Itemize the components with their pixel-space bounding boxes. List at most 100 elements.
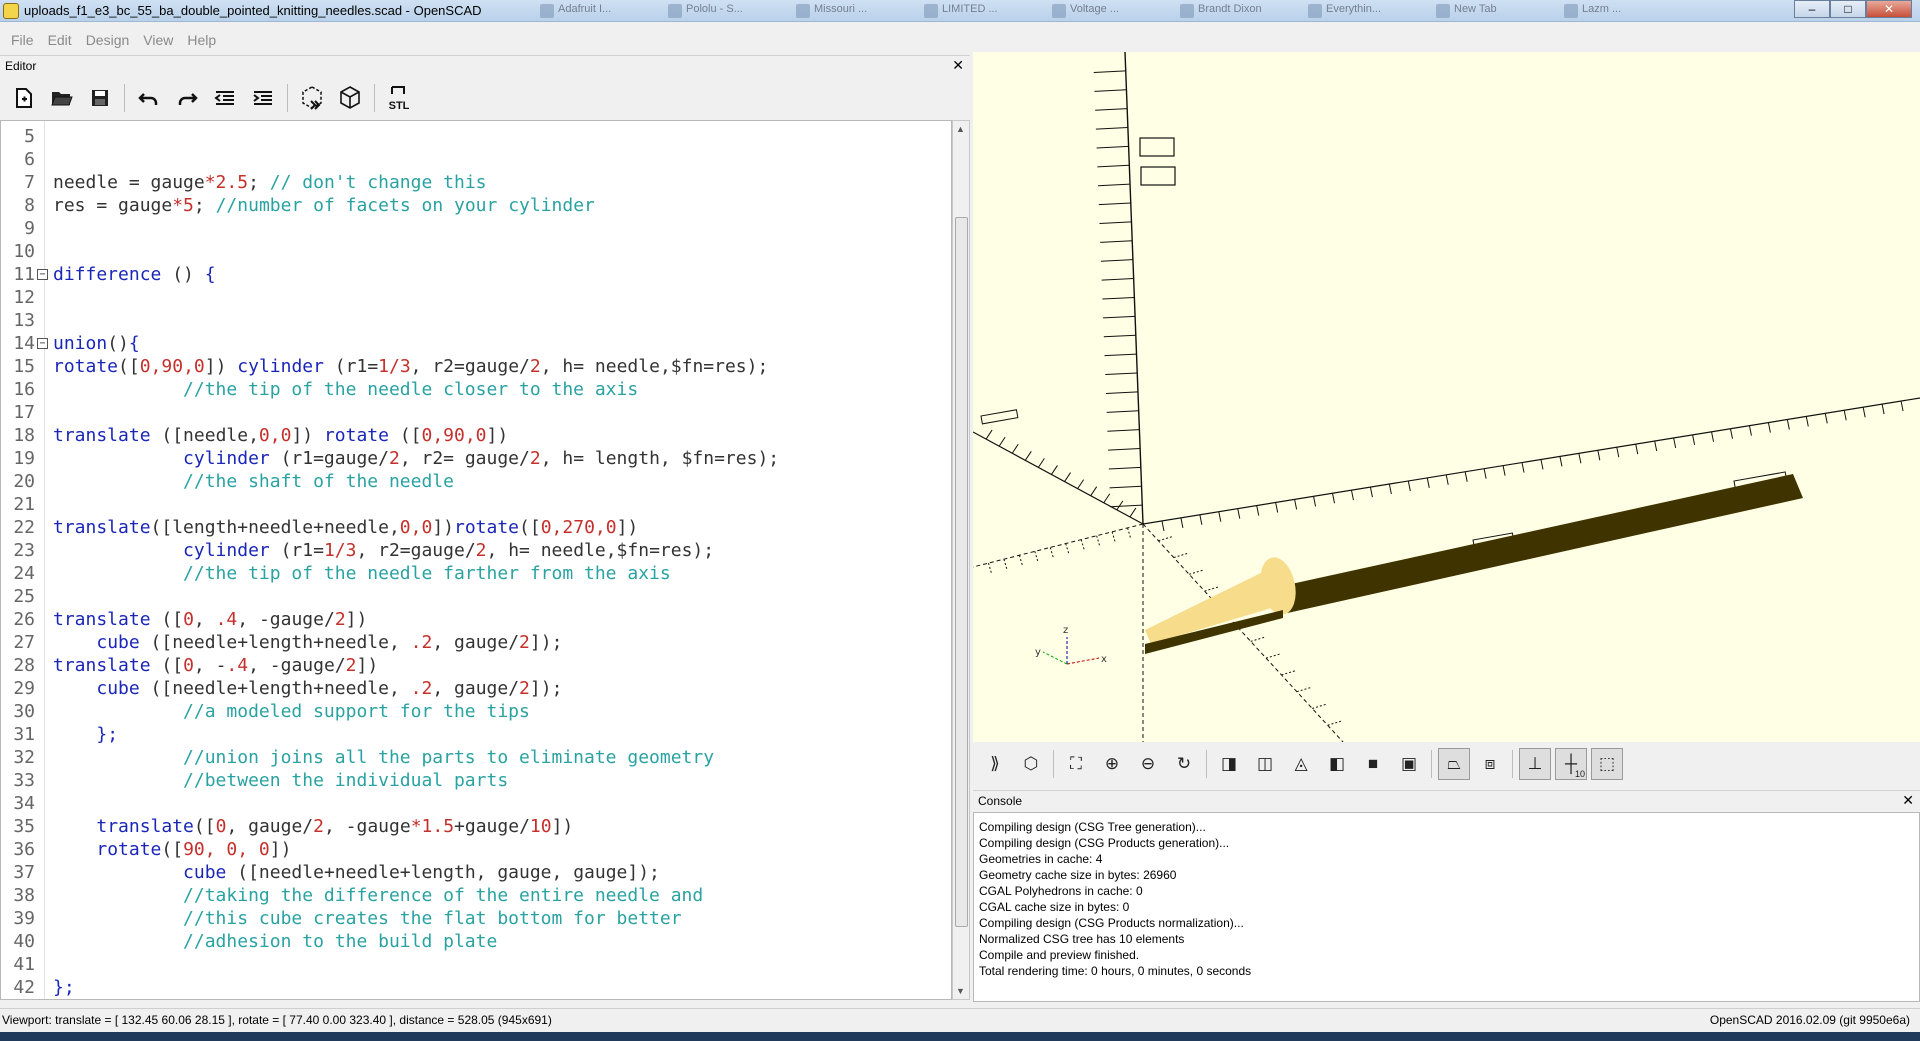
close-window-button[interactable]: ✕ <box>1866 0 1912 18</box>
zoom-in-icon[interactable]: ⊕ <box>1096 748 1128 780</box>
code-line[interactable]: 20 //the shaft of the needle <box>1 470 951 493</box>
3d-viewport[interactable]: x z y <box>973 52 1920 742</box>
viewport-canvas[interactable]: x z y <box>973 52 1920 742</box>
perspective-icon[interactable]: ⏢ <box>1438 748 1470 780</box>
code-line[interactable]: 33 //between the individual parts <box>1 769 951 792</box>
code-line[interactable]: 14 union(){ <box>1 332 951 355</box>
code-line[interactable]: 16 //the tip of the needle closer to the… <box>1 378 951 401</box>
code-token: ]) <box>486 425 509 446</box>
code-line[interactable]: 6 <box>1 148 951 171</box>
code-line[interactable]: 43 <box>1 999 951 1000</box>
show-scale-icon[interactable]: ┼ 10 <box>1555 748 1587 780</box>
orthogonal-icon[interactable]: ⧈ <box>1474 748 1506 780</box>
scroll-up-icon[interactable]: ▲ <box>956 124 965 134</box>
code-line[interactable]: 7 needle = gauge*2.5; // don't change thi… <box>1 171 951 194</box>
minimize-button[interactable]: – <box>1794 0 1830 18</box>
undo-icon[interactable] <box>133 82 165 114</box>
unindent-icon[interactable] <box>209 82 241 114</box>
menu-view[interactable]: View <box>136 30 180 50</box>
fold-toggle-icon[interactable] <box>37 338 48 349</box>
view-all-icon[interactable]: ⛶ <box>1060 748 1092 780</box>
background-tab[interactable]: Brandt Dixon <box>1180 3 1300 19</box>
code-line[interactable]: 13 <box>1 309 951 332</box>
stl-export-icon[interactable]: STL <box>383 82 415 114</box>
scrollbar-thumb[interactable] <box>955 217 968 927</box>
window-title: uploads_f1_e3_bc_55_ba_double_pointed_kn… <box>24 3 482 18</box>
close-editor-icon[interactable]: ✕ <box>952 57 964 74</box>
background-tab[interactable]: Voltage ... <box>1052 3 1172 19</box>
zoom-out-icon[interactable]: ⊖ <box>1132 748 1164 780</box>
preview-icon[interactable] <box>296 82 328 114</box>
code-line[interactable]: 9 <box>1 217 951 240</box>
code-line[interactable]: 31 }; <box>1 723 951 746</box>
editor-scrollbar[interactable]: ▲ ▼ <box>952 120 970 1000</box>
code-line[interactable]: 23 cylinder (r1=1/3, r2=gauge/2, h= need… <box>1 539 951 562</box>
code-line[interactable]: 12 <box>1 286 951 309</box>
code-line[interactable]: 36 rotate([90, 0, 0]) <box>1 838 951 861</box>
background-tab[interactable]: Lazm ... <box>1564 3 1684 19</box>
show-edges-icon[interactable]: ⬚ <box>1591 748 1623 780</box>
code-line[interactable]: 19 cylinder (r1=gauge/2, r2= gauge/2, h=… <box>1 447 951 470</box>
code-line[interactable]: 29 cube ([needle+length+needle, .2, gaug… <box>1 677 951 700</box>
view-left-icon[interactable]: ◧ <box>1321 748 1353 780</box>
background-tab[interactable]: Everythin... <box>1308 3 1428 19</box>
background-tab[interactable]: Pololu - S... <box>668 3 788 19</box>
code-line[interactable]: 32 //union joins all the parts to elimin… <box>1 746 951 769</box>
redo-icon[interactable] <box>171 82 203 114</box>
view-bottom-icon[interactable]: ◬ <box>1285 748 1317 780</box>
code-line[interactable]: 41 <box>1 953 951 976</box>
view-back-icon[interactable]: ▣ <box>1393 748 1425 780</box>
code-line[interactable]: 28 translate ([0, -.4, -gauge/2]) <box>1 654 951 677</box>
code-line[interactable]: 35 translate([0, gauge/2, -gauge*1.5+gau… <box>1 815 951 838</box>
menu-edit[interactable]: Edit <box>41 30 79 50</box>
code-line[interactable]: 22 translate([length+needle+needle,0,0])r… <box>1 516 951 539</box>
axis-tick <box>1748 425 1752 436</box>
code-line[interactable]: 15 rotate([0,90,0]) cylinder (r1=1/3, r2=… <box>1 355 951 378</box>
code-line[interactable]: 27 cube ([needle+length+needle, .2, gaug… <box>1 631 951 654</box>
menu-file[interactable]: File <box>4 30 41 50</box>
code-line[interactable]: 5 <box>1 125 951 148</box>
view-front-icon[interactable]: ■ <box>1357 748 1389 780</box>
code-line[interactable]: 11 difference () { <box>1 263 951 286</box>
code-line[interactable]: 25 <box>1 585 951 608</box>
background-tab[interactable]: LIMITED ... <box>924 3 1044 19</box>
menu-help[interactable]: Help <box>180 30 223 50</box>
code-line[interactable]: 8 res = gauge*5; //number of facets on yo… <box>1 194 951 217</box>
code-line[interactable]: 10 <box>1 240 951 263</box>
code-line[interactable]: 42}; <box>1 976 951 999</box>
code-line[interactable]: 39 //this cube creates the flat bottom f… <box>1 907 951 930</box>
code-line[interactable]: 38 //taking the difference of the entire… <box>1 884 951 907</box>
show-axes-icon[interactable]: ⊥ <box>1519 748 1551 780</box>
console-output[interactable]: Compiling design (CSG Tree generation)..… <box>973 812 1920 1002</box>
render-icon[interactable] <box>334 82 366 114</box>
indent-icon[interactable] <box>247 82 279 114</box>
close-console-icon[interactable]: ✕ <box>1902 792 1914 809</box>
code-line[interactable]: 18 translate ([needle,0,0]) rotate ([0,90… <box>1 424 951 447</box>
view-top-icon[interactable]: ◫ <box>1249 748 1281 780</box>
maximize-button[interactable]: □ <box>1830 0 1866 18</box>
axis-tick <box>1098 183 1131 187</box>
code-line[interactable]: 40 //adhesion to the build plate <box>1 930 951 953</box>
code-line[interactable]: 24 //the tip of the needle farther from … <box>1 562 951 585</box>
new-file-icon[interactable] <box>8 82 40 114</box>
background-tab[interactable]: New Tab <box>1436 3 1556 19</box>
reset-view-icon[interactable]: ↻ <box>1168 748 1200 780</box>
open-file-icon[interactable] <box>46 82 78 114</box>
render-icon[interactable]: ⬡ <box>1015 748 1047 780</box>
code-line[interactable]: 17 <box>1 401 951 424</box>
background-tab[interactable]: Missouri ... <box>796 3 916 19</box>
fold-toggle-icon[interactable] <box>37 269 48 280</box>
code-line[interactable]: 26 translate ([0, .4, -gauge/2]) <box>1 608 951 631</box>
save-icon[interactable] <box>84 82 116 114</box>
code-editor[interactable]: 5 6 7 needle = gauge*2.5; // don't change t… <box>0 120 952 1000</box>
background-tab[interactable]: Adafruit I... <box>540 3 660 19</box>
scroll-down-icon[interactable]: ▼ <box>956 986 965 996</box>
code-token: 1/3 <box>378 356 411 377</box>
code-line[interactable]: 21 <box>1 493 951 516</box>
menu-design[interactable]: Design <box>79 30 137 50</box>
code-line[interactable]: 34 <box>1 792 951 815</box>
view-right-icon[interactable]: ◨ <box>1213 748 1245 780</box>
preview-icon[interactable]: ⟫ <box>979 748 1011 780</box>
code-line[interactable]: 30 //a modeled support for the tips <box>1 700 951 723</box>
code-line[interactable]: 37 cube ([needle+needle+length, gauge, g… <box>1 861 951 884</box>
